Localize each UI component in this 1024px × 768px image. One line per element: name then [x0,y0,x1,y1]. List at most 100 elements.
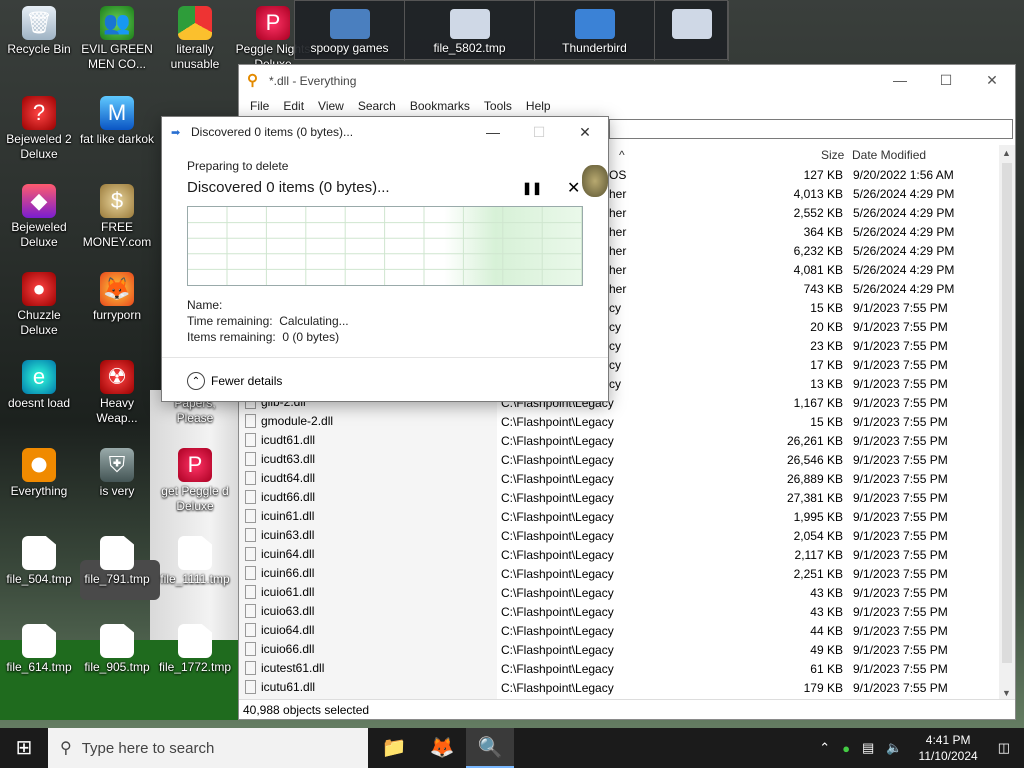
dll-file-icon [245,623,256,637]
everything-search-icon[interactable]: 🔍 [466,728,514,768]
clock[interactable]: 4:41 PM 11/10/2024 [919,732,978,764]
desktop-icon[interactable]: ☢ Heavy Weap... [78,360,156,426]
file-name-cell: icudt61.dll [245,433,315,447]
thumbnail-item[interactable]: Thunderbird [535,1,655,61]
vertical-scrollbar[interactable]: ▲ ▼ [999,145,1015,701]
fewer-details-button[interactable]: ⌃ Fewer details [187,372,282,390]
file-path: C:\Flashpoint\Legacy [501,662,614,676]
menu-edit[interactable]: Edit [276,99,311,113]
table-row[interactable]: icudt64.dll C:\Flashpoint\Legacy 26,889 KB… [239,469,999,488]
dialog-close-button[interactable]: ✕ [562,124,608,141]
desktop-icon[interactable]: e doesnt load [0,360,78,411]
volume-icon[interactable]: 🔈 [886,740,902,756]
desktop-icon[interactable]: file_1111.tmp [156,536,234,587]
file-path: C:\Flashpoint\Legacy [501,491,614,505]
desktop-icon[interactable]: file_504.tmp [0,536,78,587]
menu-view[interactable]: View [311,99,351,113]
dialog-status-text: Preparing to delete [187,159,289,173]
time-remaining-label: Time remaining: [187,314,273,328]
table-row[interactable]: icudt63.dll C:\Flashpoint\Legacy 26,546 KB… [239,450,999,469]
desktop-icon[interactable]: literally unusable [156,6,234,72]
network-icon[interactable]: ▤ [862,740,874,756]
table-row[interactable]: icutu61.dll C:\Flashpoint\Legacy 179 KB 9/1… [239,678,999,697]
maximize-button[interactable]: ☐ [923,65,969,96]
file-date: 9/1/2023 7:55 PM [853,681,948,695]
recycle-bin-icon [671,9,712,39]
desktop-icon[interactable]: file_791.tmp [78,536,156,587]
menubar: File Edit View Search Bookmarks Tools Help [239,96,1015,116]
file-date: 5/26/2024 4:29 PM [853,244,955,258]
desktop-icon[interactable]: 🦊 furryporn [78,272,156,323]
start-button[interactable]: ⊞ [0,728,48,768]
thumbnail-item[interactable]: spoopy games [295,1,405,61]
file-icon [100,536,134,570]
pause-icon[interactable]: ❚❚ [522,181,542,195]
desktop-icon[interactable]: file_614.tmp [0,624,78,675]
dialog-minimize-button[interactable]: — [470,124,516,141]
desktop-icon[interactable]: ● Chuzzle Deluxe [0,272,78,338]
table-row[interactable]: icuio63.dll C:\Flashpoint\Legacy 43 KB 9/1/… [239,602,999,621]
desktop-icon[interactable]: ? Bejeweled 2 Deluxe [0,96,78,162]
menu-search[interactable]: Search [351,99,403,113]
close-icon[interactable]: ✕ [567,178,580,198]
desktop-icon[interactable]: Everything [0,448,78,499]
desktop-icon[interactable]: $ FREE MONEY.com [78,184,156,250]
scrollbar-thumb[interactable] [1002,163,1012,663]
show-hidden-icons-icon[interactable]: ⌃ [819,740,830,756]
notifications-icon[interactable]: ◫ [998,740,1010,756]
table-row[interactable]: icuio64.dll C:\Flashpoint\Legacy 44 KB 9/1/… [239,621,999,640]
desktop-icon[interactable]: ⛨ is very [78,448,156,499]
desktop-icon[interactable]: ◆ Bejeweled Deluxe [0,184,78,250]
search-input[interactable] [609,119,1013,139]
thumbnail-item[interactable] [655,1,729,61]
name-label: Name: [187,298,223,312]
file-size: 364 KB [803,225,843,239]
file-path: C:\Flashpoint\Legacy [501,624,614,638]
firefox-icon[interactable]: 🦊 [418,728,466,768]
file-icon [100,624,134,658]
close-button[interactable]: ✕ [969,65,1015,96]
desktop-icon[interactable]: file_1772.tmp [156,624,234,675]
desktop-icon[interactable]: 🗑 Recycle Bin [0,6,78,57]
file-size: 49 KB [810,643,843,657]
desktop-icon[interactable]: 👥 EVIL GREEN MEN CO... [78,6,156,72]
table-row[interactable]: icudt61.dll C:\Flashpoint\Legacy 26,261 KB… [239,431,999,450]
column-date-modified[interactable]: Date Modified [852,148,926,162]
file-operation-icon: ➡ [171,127,181,139]
file-name: icuio61.dll [261,585,315,599]
taskbar-search-box[interactable]: ⚲ Type here to search [48,728,368,768]
table-row[interactable]: icuin64.dll C:\Flashpoint\Legacy 2,117 KB 9… [239,545,999,564]
table-row[interactable]: icuio61.dll C:\Flashpoint\Legacy 43 KB 9/1/… [239,583,999,602]
dialog-title: Discovered 0 items (0 bytes)... [191,125,354,139]
file-date: 9/1/2023 7:55 PM [853,662,948,676]
table-row[interactable]: icuio66.dll C:\Flashpoint\Legacy 49 KB 9/1/… [239,640,999,659]
file-date: 9/1/2023 7:55 PM [853,472,948,486]
desktop-icon[interactable]: Pget Peggle d Deluxe [156,448,234,514]
file-date: 9/1/2023 7:55 PM [853,567,948,581]
chevron-up-icon: ⌃ [187,372,205,390]
table-row[interactable]: gmodule-2.dll C:\Flashpoint\Legacy 15 KB 9/… [239,412,999,431]
minimize-button[interactable]: — [877,65,923,96]
file-path: her [609,244,627,258]
menu-file[interactable]: File [243,99,276,113]
desktop-icon[interactable]: file_905.tmp [78,624,156,675]
mj-icon: M [100,96,134,130]
table-row[interactable]: icuin61.dll C:\Flashpoint\Legacy 1,995 KB 9… [239,507,999,526]
menu-help[interactable]: Help [519,99,558,113]
menu-bookmarks[interactable]: Bookmarks [403,99,477,113]
desktop-icon[interactable]: Mfat like darkok [78,96,156,147]
scroll-up-arrow[interactable]: ▲ [1002,148,1011,158]
file-explorer-icon[interactable]: 📁 [370,728,418,768]
window-titlebar[interactable]: ⚲ *.dll - Everything — ☐ ✕ [239,65,1015,96]
menu-tools[interactable]: Tools [477,99,519,113]
table-row[interactable]: icuin63.dll C:\Flashpoint\Legacy 2,054 KB 9… [239,526,999,545]
table-row[interactable]: icutest61.dll C:\Flashpoint\Legacy 61 KB 9/… [239,659,999,678]
column-size[interactable]: Size [821,148,844,162]
table-row[interactable]: icudt66.dll C:\Flashpoint\Legacy 27,381 KB… [239,488,999,507]
fewer-details-label: Fewer details [211,374,283,388]
scroll-down-arrow[interactable]: ▼ [1002,688,1011,698]
dialog-titlebar[interactable]: ➡ Discovered 0 items (0 bytes)... — ☐ ✕ [162,117,608,147]
table-row[interactable]: icuin66.dll C:\Flashpoint\Legacy 2,251 KB 9… [239,564,999,583]
green-men-tray-icon[interactable]: ● [842,741,850,756]
thumbnail-item[interactable]: file_5802.tmp [405,1,535,61]
